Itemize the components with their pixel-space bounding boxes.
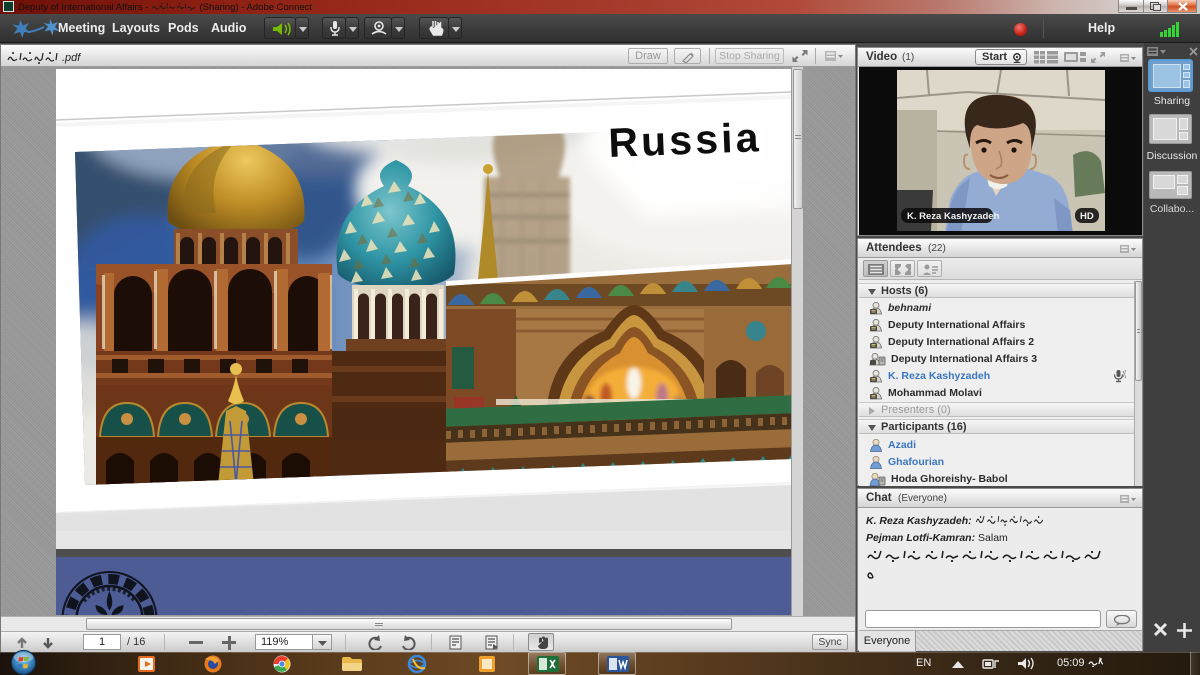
svg-text:K. Reza Kashyzadeh: K. Reza Kashyzadeh — [907, 211, 1000, 222]
svg-text:.pdf: .pdf — [62, 52, 81, 64]
svg-text:HD: HD — [1080, 211, 1094, 222]
svg-text:Russia: Russia — [608, 114, 761, 166]
